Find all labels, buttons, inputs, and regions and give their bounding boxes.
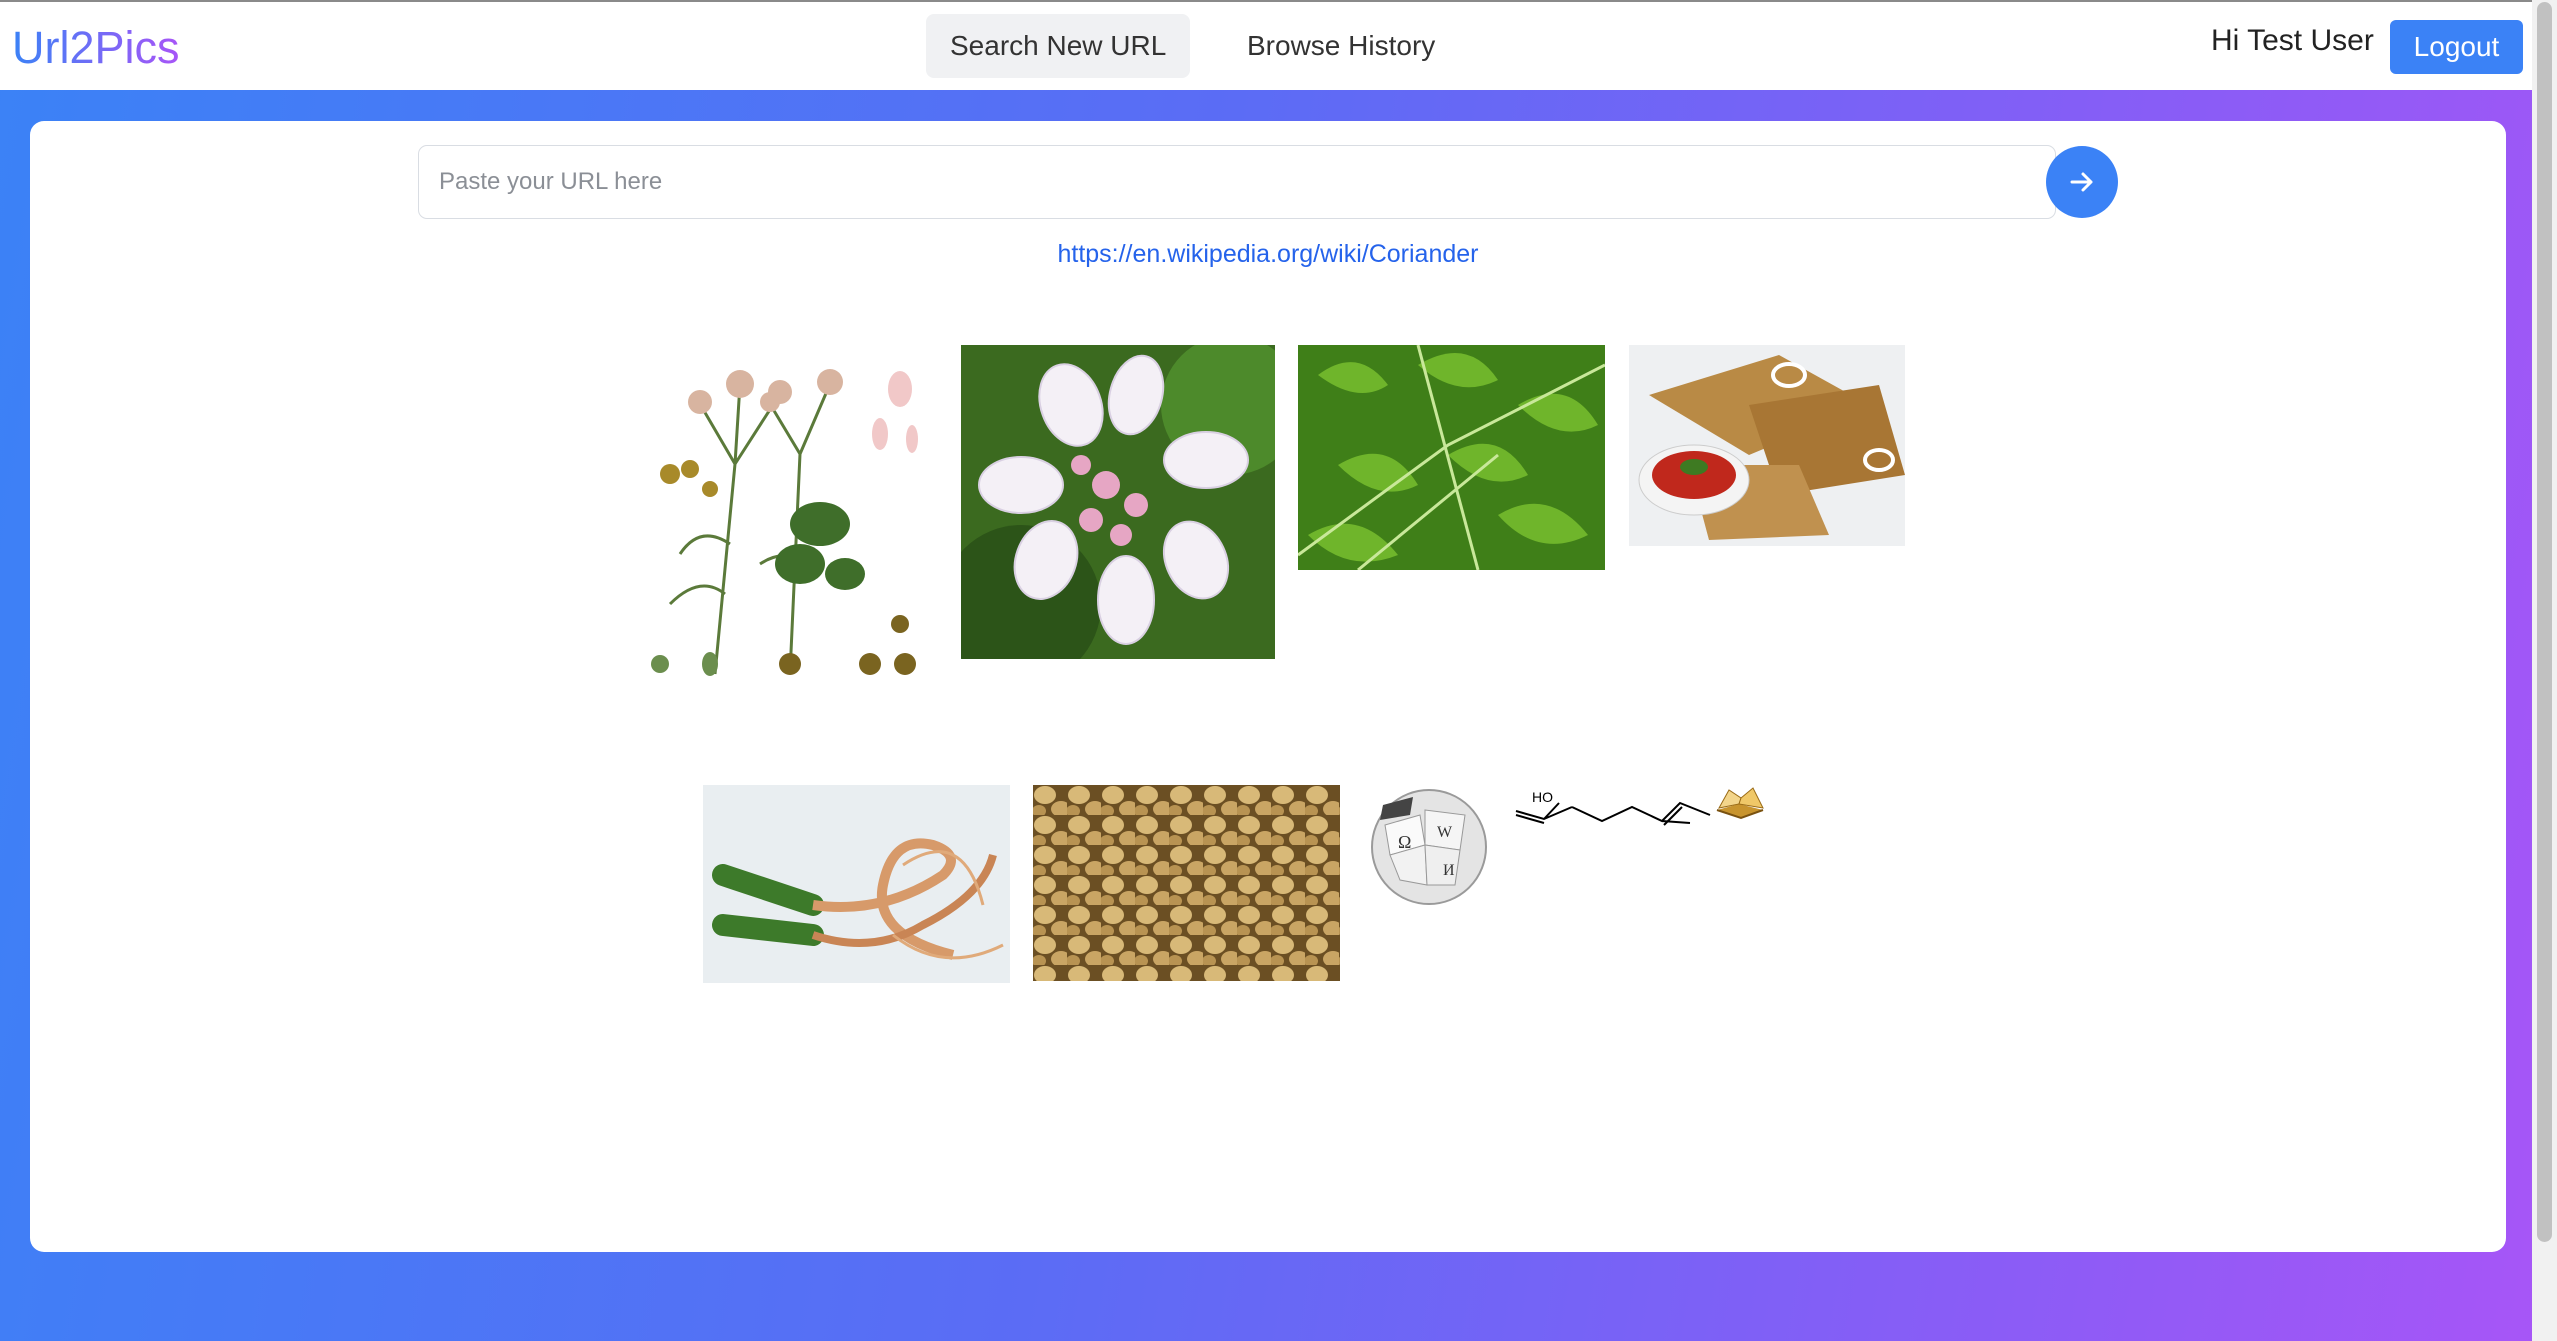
brand-logo[interactable]: Url2Pics bbox=[12, 22, 180, 74]
nav-browse-history[interactable]: Browse History bbox=[1223, 14, 1459, 78]
logout-button[interactable]: Logout bbox=[2390, 20, 2523, 74]
image-thumbnail-book[interactable] bbox=[1713, 784, 1767, 822]
image-thumbnail-leaves[interactable] bbox=[1298, 345, 1605, 570]
url-input[interactable] bbox=[418, 145, 2056, 219]
main-card: https://en.wikipedia.org/wiki/Coriander bbox=[30, 121, 2506, 1252]
image-thumbnail-seeds[interactable] bbox=[1033, 785, 1340, 981]
svg-text:Ω: Ω bbox=[1398, 832, 1411, 852]
page-scrollbar[interactable] bbox=[2532, 0, 2557, 1341]
svg-text:И: И bbox=[1443, 862, 1455, 879]
wikipedia-globe-icon: Ω W И bbox=[1371, 789, 1487, 905]
coriander-illustration-icon bbox=[651, 369, 918, 676]
image-thumbnail-wikipedia-logo[interactable]: Ω W И bbox=[1365, 785, 1492, 907]
image-thumbnail-flatbread[interactable] bbox=[1629, 345, 1905, 546]
nav-search-new-url[interactable]: Search New URL bbox=[926, 14, 1191, 78]
top-navbar: Url2Pics Search New URL Browse History H… bbox=[0, 0, 2532, 90]
coriander-leaves-icon bbox=[1298, 345, 1605, 570]
image-thumbnail-roots[interactable] bbox=[703, 785, 1010, 983]
svg-text:HO: HO bbox=[1532, 789, 1553, 805]
book-icon bbox=[1716, 787, 1764, 820]
submit-url-button[interactable] bbox=[2046, 146, 2118, 218]
result-url-link[interactable]: https://en.wikipedia.org/wiki/Coriander bbox=[30, 240, 2506, 269]
image-thumbnail-botanical[interactable] bbox=[640, 344, 950, 684]
coriander-roots-icon bbox=[703, 785, 1010, 983]
svg-text:W: W bbox=[1437, 824, 1453, 841]
coriander-seeds-icon bbox=[1033, 785, 1340, 981]
user-greeting: Hi Test User bbox=[2211, 24, 2374, 57]
flatbread-dish-icon bbox=[1629, 345, 1905, 546]
image-thumbnail-chemical-structure[interactable]: HO bbox=[1514, 785, 1714, 845]
arrow-right-icon bbox=[2070, 172, 2093, 192]
scrollbar-thumb[interactable] bbox=[2537, 2, 2552, 1242]
chemical-structure-icon: HO bbox=[1515, 789, 1711, 826]
coriander-flower-icon bbox=[961, 345, 1275, 659]
image-thumbnail-flower[interactable] bbox=[961, 345, 1275, 659]
